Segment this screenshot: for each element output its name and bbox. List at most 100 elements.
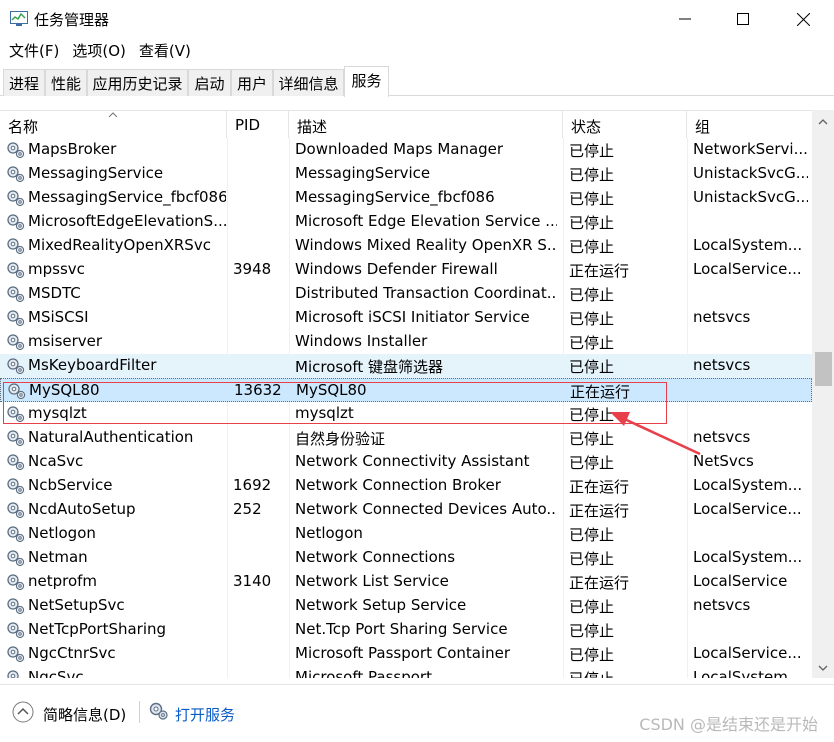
service-group bbox=[693, 332, 808, 354]
open-services-link[interactable]: 打开服务 bbox=[175, 704, 235, 725]
service-group: LocalService... bbox=[693, 644, 802, 662]
menu-view[interactable]: 查看(V) bbox=[139, 38, 191, 64]
chevron-up-icon bbox=[818, 119, 828, 125]
service-name: NcdAutoSetup bbox=[28, 500, 136, 518]
service-pid bbox=[233, 236, 285, 258]
service-description: Network Connected Devices Auto... bbox=[295, 500, 557, 518]
service-status: 已停止 bbox=[569, 646, 615, 664]
tab-performance[interactable]: 性能 bbox=[45, 69, 87, 96]
table-row[interactable]: NetTcpPortSharing Net.Tcp Port Sharing Se… bbox=[0, 618, 812, 642]
service-gear-icon bbox=[7, 334, 25, 351]
table-row[interactable]: Netman Network Connections 已停止 LocalSystem.… bbox=[0, 546, 812, 570]
service-name: mpssvc bbox=[28, 260, 85, 278]
service-pid bbox=[233, 668, 285, 678]
tab-details[interactable]: 详细信息 bbox=[273, 69, 344, 96]
table-row[interactable]: MapsBroker Downloaded Maps Manager 已停止 Netw… bbox=[0, 138, 812, 162]
table-row[interactable]: MessagingService_fbcf086 MessagingService… bbox=[0, 186, 812, 210]
table-row[interactable]: NetSetupSvc Network Setup Service 已停止 netsv… bbox=[0, 594, 812, 618]
service-description: Netlogon bbox=[295, 524, 363, 542]
service-group: LocalSystem... bbox=[693, 548, 803, 566]
service-status: 已停止 bbox=[569, 214, 615, 232]
service-name: MicrosoftEdgeElevationS... bbox=[28, 212, 226, 230]
footer-separator bbox=[139, 701, 140, 723]
table-row[interactable]: netprofm 3140 Network List Service 正在运行 Loca… bbox=[0, 570, 812, 594]
table-row[interactable]: MessagingService MessagingService 已停止 Unist… bbox=[0, 162, 812, 186]
column-header-group[interactable]: 组 bbox=[687, 111, 812, 138]
menu-file[interactable]: 文件(F) bbox=[9, 38, 59, 64]
column-header-name[interactable]: 名称 bbox=[0, 111, 227, 138]
table-row[interactable]: NgcCtnrSvc Microsoft Passport Container 已停… bbox=[0, 642, 812, 666]
scroll-down-button[interactable] bbox=[812, 658, 834, 678]
service-status: 已停止 bbox=[569, 526, 615, 544]
service-name: Netman bbox=[28, 548, 88, 566]
table-row[interactable]: MicrosoftEdgeElevationS... Microsoft Edge… bbox=[0, 210, 812, 234]
service-description: Net.Tcp Port Sharing Service bbox=[295, 620, 508, 638]
minimize-button[interactable] bbox=[656, 0, 714, 38]
service-group: UnistackSvcG... bbox=[693, 188, 808, 206]
service-gear-icon bbox=[7, 430, 25, 447]
service-pid bbox=[233, 548, 285, 570]
service-description: Network Connectivity Assistant bbox=[295, 452, 530, 470]
chevron-down-icon bbox=[818, 665, 828, 671]
service-gear-icon bbox=[7, 550, 25, 567]
vertical-scrollbar[interactable] bbox=[812, 110, 834, 678]
service-description: Windows Mixed Reality OpenXR S... bbox=[295, 236, 557, 254]
menu-bar: 文件(F) 选项(O) 查看(V) bbox=[0, 38, 834, 64]
tab-startup[interactable]: 启动 bbox=[188, 69, 231, 96]
footer: 简略信息(D) 打开服务 CSDN @是结束还是开始 bbox=[0, 684, 834, 742]
service-name: msiserver bbox=[28, 332, 103, 350]
service-status: 已停止 bbox=[569, 668, 679, 678]
menu-options[interactable]: 选项(O) bbox=[72, 38, 126, 64]
services-gear-icon bbox=[149, 702, 168, 720]
service-name: netprofm bbox=[28, 572, 98, 590]
service-pid bbox=[233, 644, 285, 666]
column-header-status[interactable]: 状态 bbox=[563, 111, 687, 138]
service-description: Network Setup Service bbox=[295, 596, 467, 614]
close-button[interactable] bbox=[774, 0, 832, 38]
service-name: NcbService bbox=[28, 476, 113, 494]
table-row[interactable]: mpssvc 3948 Windows Defender Firewall 正在运行 L… bbox=[0, 258, 812, 282]
service-gear-icon bbox=[7, 598, 25, 615]
tab-bar: 进程 性能 应用历史记录 启动 用户 详细信息 服务 bbox=[0, 66, 834, 97]
table-row[interactable]: NcdAutoSetup 252 Network Connected Devices… bbox=[0, 498, 812, 522]
tab-app-history[interactable]: 应用历史记录 bbox=[87, 69, 188, 96]
tab-processes[interactable]: 进程 bbox=[3, 69, 45, 96]
service-status: 已停止 bbox=[569, 622, 615, 640]
column-header-pid[interactable]: PID bbox=[227, 111, 289, 138]
column-header-description[interactable]: 描述 bbox=[289, 111, 563, 138]
table-row[interactable]: MixedRealityOpenXRSvc Windows Mixed Reali… bbox=[0, 234, 812, 258]
table-row[interactable]: MSDTC Distributed Transaction Coordinat..… bbox=[0, 282, 812, 306]
tab-services[interactable]: 服务 bbox=[344, 66, 389, 97]
tab-users[interactable]: 用户 bbox=[231, 69, 273, 96]
service-pid bbox=[233, 356, 285, 378]
service-status: 已停止 bbox=[569, 358, 615, 376]
service-pid bbox=[233, 140, 285, 162]
scroll-up-button[interactable] bbox=[812, 112, 834, 132]
task-manager-icon bbox=[10, 11, 28, 26]
service-name: NcaSvc bbox=[28, 452, 84, 470]
service-pid bbox=[233, 524, 285, 546]
service-gear-icon bbox=[7, 502, 25, 519]
table-row[interactable]: MSiSCSI Microsoft iSCSI Initiator Service… bbox=[0, 306, 812, 330]
table-row[interactable]: msiserver Windows Installer 已停止 bbox=[0, 330, 812, 354]
service-gear-icon bbox=[7, 238, 25, 255]
scroll-thumb[interactable] bbox=[815, 352, 832, 386]
maximize-button[interactable] bbox=[714, 0, 772, 38]
table-row[interactable]: NcbService 1692 Network Connection Broker 正… bbox=[0, 474, 812, 498]
title-bar: 任务管理器 bbox=[0, 0, 834, 38]
service-group: LocalService... bbox=[693, 260, 802, 278]
service-gear-icon bbox=[7, 310, 25, 327]
collapse-up-icon[interactable] bbox=[12, 701, 34, 723]
table-row[interactable]: Netlogon Netlogon 已停止 bbox=[0, 522, 812, 546]
minimize-icon bbox=[679, 18, 691, 20]
service-pid: 1692 bbox=[233, 476, 272, 494]
table-row[interactable]: NgcSvc Microsoft Passport 已停止 LocalSystem..… bbox=[0, 666, 812, 678]
service-description: 自然身份验证 bbox=[295, 430, 386, 448]
service-name: MSiSCSI bbox=[28, 308, 89, 326]
close-icon bbox=[796, 12, 810, 26]
fewer-details-button[interactable]: 简略信息(D) bbox=[43, 704, 126, 725]
service-description: Microsoft Passport Container bbox=[295, 644, 511, 662]
service-gear-icon bbox=[7, 358, 25, 375]
table-row[interactable]: MsKeyboardFilter Microsoft 键盘筛选器 已停止 netsvc… bbox=[0, 354, 812, 378]
service-description: Microsoft Edge Elevation Service ... bbox=[295, 212, 557, 230]
